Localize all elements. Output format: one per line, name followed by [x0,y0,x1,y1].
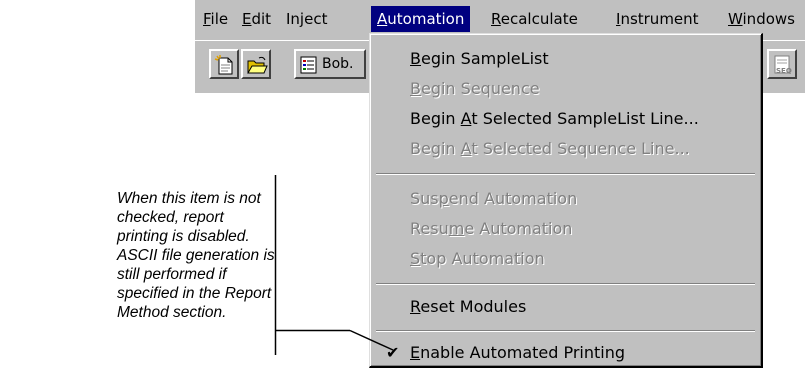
annotation-text: When this item is not checked, report pr… [117,190,275,321]
